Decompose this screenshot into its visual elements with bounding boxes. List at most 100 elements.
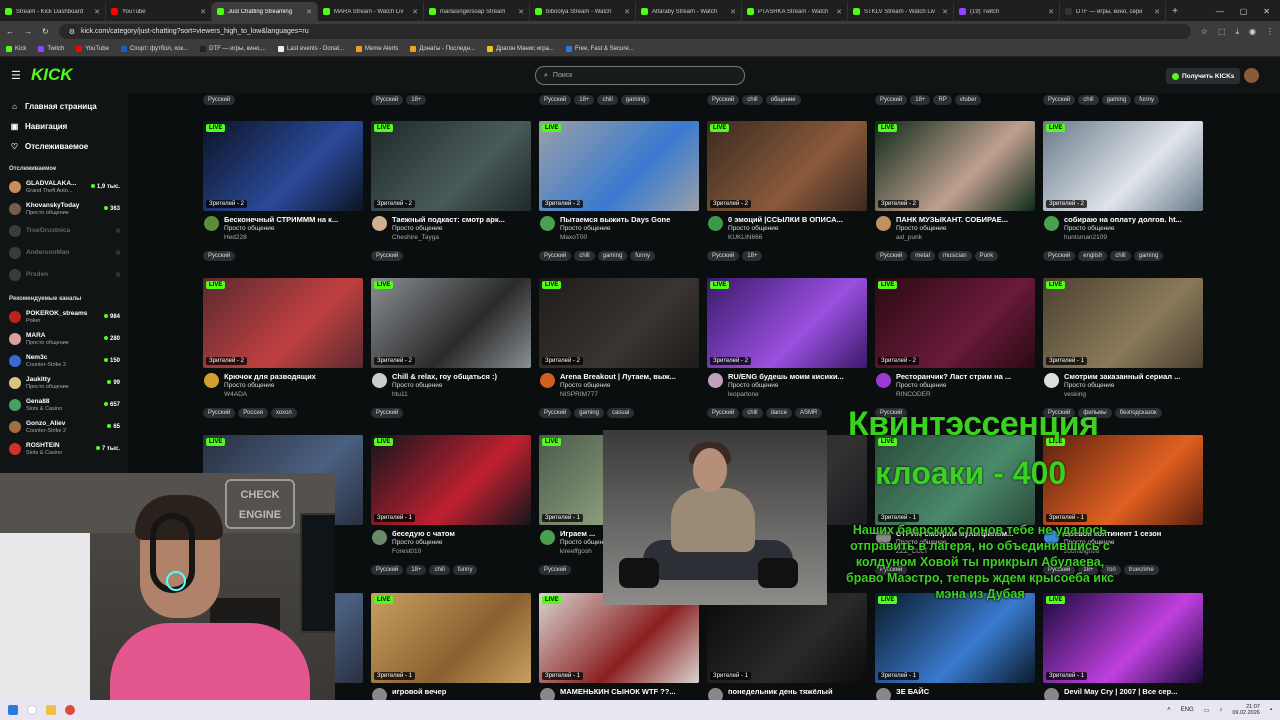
tag-chip[interactable]: chill [1078, 95, 1099, 105]
streamer-name[interactable]: RINCODER [896, 391, 931, 398]
stream-title[interactable]: понедельник день тяжёлый [728, 687, 867, 696]
browser-tab[interactable]: STKLV Stream - Watch Liv ✕ [848, 2, 954, 21]
channel-item[interactable]: Gonzo_Aliev Counter-Strike 2 65 [0, 416, 128, 438]
search-input[interactable]: ⌕ Поиск [535, 66, 745, 85]
tag-chip[interactable]: chill [574, 251, 595, 261]
bookmark-item[interactable]: Free, Fast & Secure... [565, 46, 634, 52]
streamer-name[interactable]: W4ADA [224, 391, 247, 398]
stream-card[interactable]: LIVE Зрителей - 2 RU/ENG будешь моим кисик… [707, 278, 867, 426]
stream-category[interactable]: Просто общение [896, 225, 947, 232]
stream-thumbnail[interactable]: LIVEЗрителей - 1 [707, 593, 867, 683]
tag-chip[interactable]: Русский [203, 95, 236, 105]
tag-chip[interactable]: musician [937, 251, 972, 261]
streamer-name[interactable]: Forest010 [392, 548, 421, 555]
tag-chip[interactable]: хохол [270, 408, 297, 418]
stream-category[interactable]: Просто общение [896, 382, 947, 389]
streamer-avatar[interactable] [540, 216, 555, 231]
streamer-avatar[interactable] [372, 373, 387, 388]
bookmark-item[interactable]: Kick [6, 46, 26, 52]
channel-item[interactable]: Gena88 Slots & Casino 657 [0, 394, 128, 416]
stream-card[interactable]: LIVE Зрителей - 1 МАМЕНЬКИН СЫНОК WTF ??..… [539, 593, 699, 700]
browser-tab[interactable]: YouTube ✕ [106, 2, 212, 21]
bookmark-item[interactable]: Донаты - Последн... [410, 46, 475, 52]
bookmark-star-icon[interactable]: ☆ [1201, 27, 1208, 36]
tag-chip[interactable]: english [1078, 251, 1108, 261]
bookmark-item[interactable]: Драгон Манис игра... [486, 46, 554, 52]
site-info-icon[interactable]: ⚙ [69, 28, 75, 36]
stream-thumbnail[interactable]: LIVE Зрителей - 2 [371, 121, 531, 211]
stream-card[interactable]: LIVE Зрителей - 2 ПАНК МУЗЫКАНТ. СОБИРАЕ..… [875, 121, 1035, 269]
tag-chip[interactable]: Русский [539, 565, 572, 575]
stream-title[interactable]: Бесконечный СТРИММM на к... [224, 215, 363, 224]
chrome-icon[interactable] [65, 705, 75, 715]
channel-item[interactable]: Prsden ⦸ [0, 264, 128, 286]
stream-category[interactable]: Просто общение [560, 382, 611, 389]
stream-category[interactable]: Просто общение [1064, 225, 1115, 232]
tag-chip[interactable]: Русский [203, 251, 236, 261]
tag-chip[interactable]: Русский [1043, 95, 1076, 105]
streamer-avatar[interactable] [372, 688, 387, 700]
stream-title[interactable]: Arena Breakout | Лутаем, выж... [560, 372, 699, 381]
tag-chip[interactable]: gaming [620, 95, 651, 105]
tab-close-icon[interactable]: ✕ [1154, 8, 1160, 16]
stream-card[interactable]: LIVE Зрителей - 2 Arena Breakout | Лутаем,… [539, 278, 699, 426]
streamer-avatar[interactable] [876, 688, 891, 700]
tag-chip[interactable]: безподсказок [1114, 408, 1162, 418]
stream-thumbnail[interactable]: LIVE Зрителей - 2 [707, 278, 867, 368]
tag-chip[interactable]: Русский [707, 251, 740, 261]
tag-chip[interactable]: dance [765, 408, 792, 418]
tab-close-icon[interactable]: ✕ [200, 8, 206, 16]
start-icon[interactable] [8, 705, 18, 715]
tag-chip[interactable]: funny [630, 251, 655, 261]
browser-tab[interactable]: Just Chatting Streaming ✕ [212, 2, 318, 21]
streamer-avatar[interactable] [1044, 216, 1059, 231]
streamer-name[interactable]: NISPRIM777 [560, 391, 598, 398]
tag-chip[interactable]: ASMR [794, 408, 823, 418]
stream-card[interactable]: LIVE Зрителей - 1 игровой вечер [371, 593, 531, 700]
streamer-name[interactable]: vesking [1064, 391, 1086, 398]
bookmark-item[interactable]: Twitch [38, 46, 64, 52]
tab-close-icon[interactable]: ✕ [94, 8, 100, 16]
clock[interactable]: 21:07 09.02.2026 [1232, 704, 1260, 716]
stream-thumbnail[interactable]: LIVE Зрителей - 2 [539, 121, 699, 211]
streamer-avatar[interactable] [540, 373, 555, 388]
tag-chip[interactable]: RP [933, 95, 952, 105]
back-icon[interactable]: ← [6, 27, 14, 36]
streamer-avatar[interactable] [372, 530, 387, 545]
stream-thumbnail[interactable]: LIVEЗрителей - 1 [875, 593, 1035, 683]
channel-item[interactable]: AndersonMan ⦸ [0, 242, 128, 264]
bookmark-item[interactable]: DTF — игры, кино,... [200, 46, 266, 52]
stream-card[interactable]: LIVE Зрителей - 1 беседую с чатом Просто об… [371, 435, 531, 583]
stream-card[interactable]: LIVE Зрителей - 1 Смотрим заказанный сериа… [1043, 278, 1203, 426]
channel-item[interactable]: POKEROK_streams Poker 984 [0, 306, 128, 328]
streamer-avatar[interactable] [876, 373, 891, 388]
tag-chip[interactable]: Русский [539, 251, 572, 261]
profile-icon[interactable]: ◉ [1249, 27, 1256, 36]
stream-card[interactable]: LIVE Зрителей - 2 Крючок для разводящих Про… [203, 278, 363, 426]
stream-category[interactable]: Просто общение [392, 225, 443, 232]
stream-thumbnail[interactable]: LIVE Зрителей - 2 [539, 278, 699, 368]
streamer-avatar[interactable] [708, 373, 723, 388]
streamer-avatar[interactable] [708, 216, 723, 231]
streamer-avatar[interactable] [876, 216, 891, 231]
bookmark-item[interactable]: Спорт: футбол, хок... [120, 46, 188, 52]
stream-thumbnail[interactable]: LIVEЗрителей - 1 [539, 593, 699, 683]
tag-chip[interactable]: chill [429, 565, 450, 575]
stream-thumbnail[interactable]: LIVE Зрителей - 2 [875, 121, 1035, 211]
stream-thumbnail[interactable]: LIVE Зрителей - 2 [203, 278, 363, 368]
stream-title[interactable]: Крючок для разводящих [224, 372, 363, 381]
stream-thumbnail[interactable]: LIVE Зрителей - 2 [875, 278, 1035, 368]
browser-tab[interactable]: Alfaraby Stream - Watch ✕ [636, 2, 742, 21]
tray-chevron-icon[interactable]: ˄ [1167, 707, 1171, 713]
stream-title[interactable]: 0 эмоций |ССЫЛКИ В ОПИСА... [728, 215, 867, 224]
browser-tab[interactable]: MARA Stream - Watch Liv ✕ [318, 2, 424, 21]
streamer-avatar[interactable] [1044, 373, 1059, 388]
tag-chip[interactable]: Punk [974, 251, 999, 261]
channel-item[interactable]: GLADVALAKA... Grand Theft Auto... 1,9 тыс. [0, 176, 128, 198]
stream-card[interactable]: LIVE Зрителей - 2 Chill & relax, гоу общат… [371, 278, 531, 426]
tab-close-icon[interactable]: ✕ [942, 8, 948, 16]
tag-chip[interactable]: 18+ [406, 95, 427, 105]
stream-card[interactable]: LIVE Зрителей - 1 ЗЕ БАЙС [875, 593, 1035, 700]
url-field[interactable]: ⚙ kick.com/category/just-chatting?sort=v… [58, 24, 1191, 39]
download-icon[interactable]: ⤓ [1235, 27, 1239, 37]
